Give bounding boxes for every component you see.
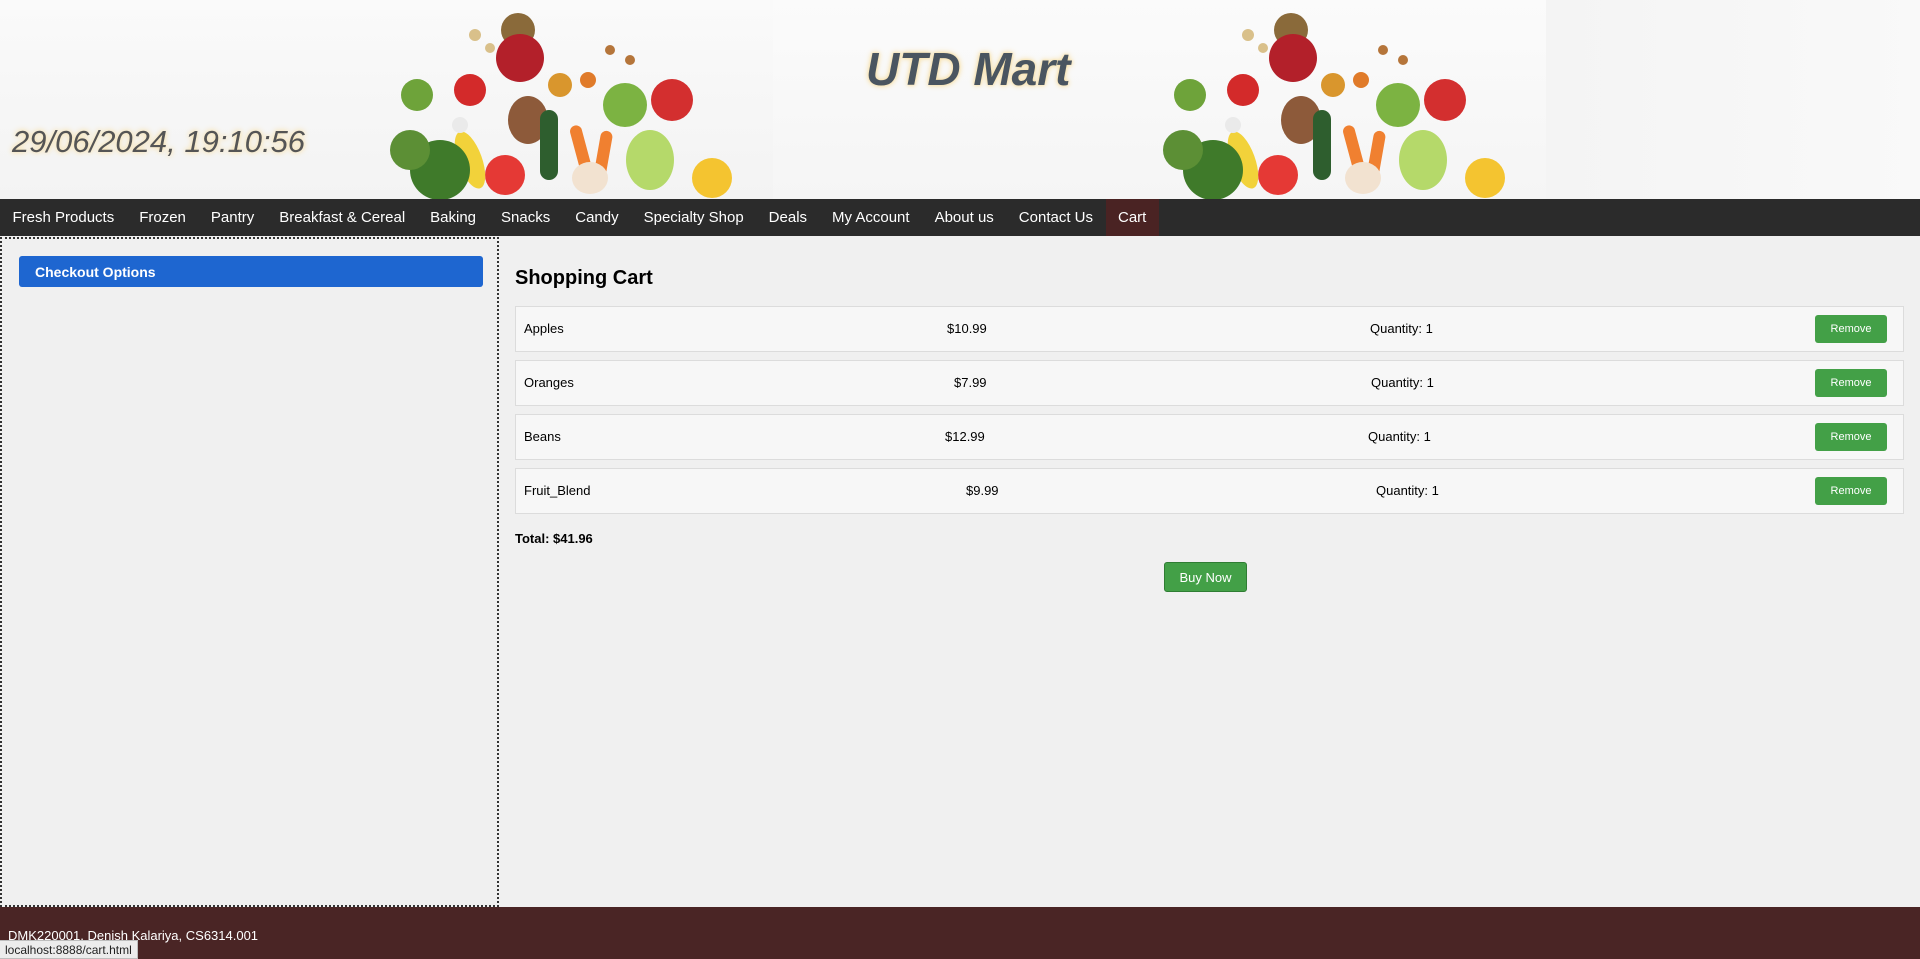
vegetables-banner-image xyxy=(1163,13,1505,199)
cart-item-quantity: Quantity: 1 xyxy=(1368,429,1431,444)
nav-item-baking[interactable]: Baking xyxy=(418,199,489,236)
nav-item-pantry[interactable]: Pantry xyxy=(198,199,266,236)
date-time: 29/06/2024, 19:10:56 xyxy=(12,124,306,159)
nav-item-breakfast-cereal[interactable]: Breakfast & Cereal xyxy=(267,199,418,236)
nav-item-contact-us[interactable]: Contact Us xyxy=(1006,199,1105,236)
cart-item-quantity: Quantity: 1 xyxy=(1376,483,1439,498)
cart-total: Total: $41.96 xyxy=(515,531,593,546)
site-title: UTD Mart xyxy=(866,43,1071,95)
cart-item-price: $9.99 xyxy=(966,483,999,498)
cart-row: Oranges $7.99 Quantity: 1 Remove xyxy=(515,360,1904,406)
sidebar: Checkout Options xyxy=(0,237,499,907)
cart-item-name: Beans xyxy=(524,429,561,444)
header-banner-right xyxy=(1546,0,1920,199)
cart-row: Fruit_Blend $9.99 Quantity: 1 Remove xyxy=(515,468,1904,514)
nav-item-fresh-products[interactable]: Fresh Products xyxy=(0,199,127,236)
nav-item-frozen[interactable]: Frozen xyxy=(127,199,199,236)
nav-item-specialty-shop[interactable]: Specialty Shop xyxy=(631,199,756,236)
cart-item-quantity: Quantity: 1 xyxy=(1371,375,1434,390)
nav-item-deals[interactable]: Deals xyxy=(756,199,819,236)
vegetables-banner-image xyxy=(390,13,732,199)
nav-item-candy[interactable]: Candy xyxy=(563,199,631,236)
header-banner-left xyxy=(0,0,773,199)
nav-item-cart[interactable]: Cart xyxy=(1105,199,1159,236)
cart-item-quantity: Quantity: 1 xyxy=(1370,321,1433,336)
buy-now-button[interactable]: Buy Now xyxy=(1164,562,1247,592)
remove-button[interactable]: Remove xyxy=(1815,477,1887,505)
site-footer: DMK220001, Denish Kalariya, CS6314.001 xyxy=(0,907,1920,959)
remove-button[interactable]: Remove xyxy=(1815,423,1887,451)
cart-item-price: $7.99 xyxy=(954,375,987,390)
header-banner-middle xyxy=(773,0,1546,199)
site-header: 29/06/2024, 19:10:56 UTD Mart xyxy=(0,0,1920,199)
nav-item-about-us[interactable]: About us xyxy=(922,199,1006,236)
cart-row: Apples $10.99 Quantity: 1 Remove xyxy=(515,306,1904,352)
checkout-options-button[interactable]: Checkout Options xyxy=(19,256,483,287)
cart-item-price: $12.99 xyxy=(945,429,985,444)
status-bar-url: localhost:8888/cart.html xyxy=(0,940,138,959)
cart-item-name: Oranges xyxy=(524,375,574,390)
page-title: Shopping Cart xyxy=(515,267,653,289)
cart-row: Beans $12.99 Quantity: 1 Remove xyxy=(515,414,1904,460)
cart-item-name: Apples xyxy=(524,321,564,336)
remove-button[interactable]: Remove xyxy=(1815,315,1887,343)
cart-item-name: Fruit_Blend xyxy=(524,483,591,498)
remove-button[interactable]: Remove xyxy=(1815,369,1887,397)
nav-item-my-account[interactable]: My Account xyxy=(820,199,923,236)
main-nav: Fresh Products Frozen Pantry Breakfast &… xyxy=(0,199,1920,236)
cart-item-price: $10.99 xyxy=(947,321,987,336)
nav-item-snacks[interactable]: Snacks xyxy=(489,199,563,236)
